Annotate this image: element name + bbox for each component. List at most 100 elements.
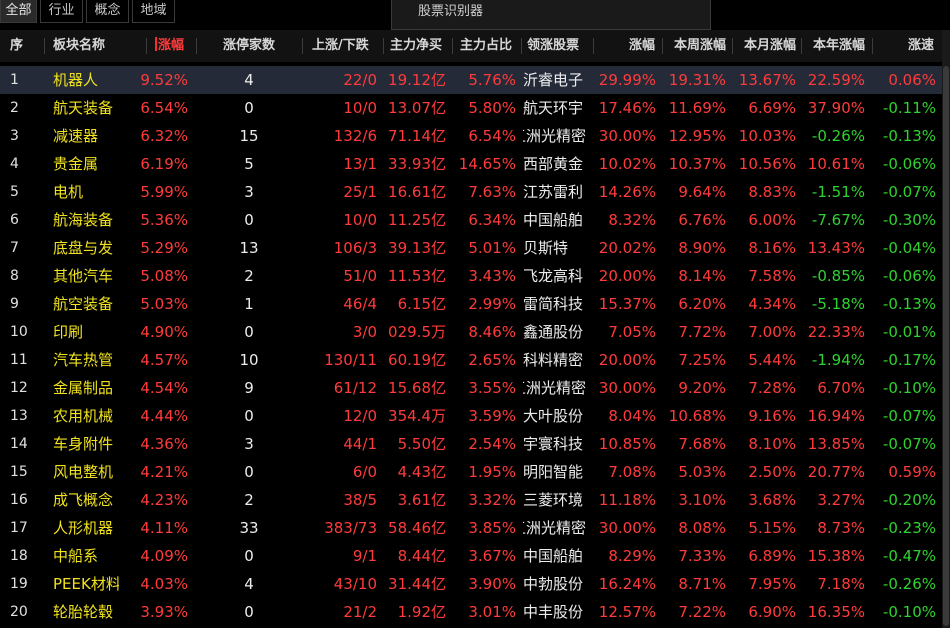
cell-lead[interactable]: 三菱环境 xyxy=(523,486,586,514)
cell-week: 9.20% xyxy=(678,379,726,397)
tab-concept[interactable]: 概念 xyxy=(86,0,129,23)
table-row[interactable]: 5 电机 5.99% 3 25/1 16.61亿 7.63% 江苏雷利 14.26% 9.64% 8… xyxy=(0,178,942,206)
cell-name[interactable]: 其他汽车 xyxy=(53,262,119,290)
cell-name[interactable]: 航海装备 xyxy=(53,206,119,234)
cell-month: 10.03% xyxy=(738,127,796,145)
cell-lead[interactable]: 江苏雷利 xyxy=(523,178,586,206)
cell-name[interactable]: 人形机器 xyxy=(53,514,119,542)
cell-name[interactable]: 航天装备 xyxy=(53,94,119,122)
cell-name[interactable]: 印刷 xyxy=(53,318,119,346)
col-leading-stock[interactable]: 领涨股票 xyxy=(527,30,589,62)
col-main-ratio[interactable]: 主力占比 xyxy=(460,30,520,62)
table-row[interactable]: 13 农用机械 4.44% 0 12/0 354.4万 3.59% 大叶股份 8.04% 10.6… xyxy=(0,402,942,430)
table-row[interactable]: 9 航空装备 5.03% 1 46/4 6.15亿 2.99% 雷简科技 15.37% 6.20%… xyxy=(0,290,942,318)
cell-lead[interactable]: 中国船舶 xyxy=(523,206,586,234)
cell-name[interactable]: 贵金属 xyxy=(53,150,119,178)
table-row[interactable]: 20 轮胎轮毂 3.93% 0 21/2 1.92亿 3.01% 中丰股份 12.57% 7.22… xyxy=(0,598,942,626)
col-speed[interactable]: 涨速 xyxy=(876,30,934,62)
cell-lead[interactable]: 宇寰科技 xyxy=(523,430,586,458)
cell-name[interactable]: 汽车热管 xyxy=(53,346,119,374)
cell-lead[interactable]: 雷简科技 xyxy=(523,290,586,318)
cell-ratio: 3.43% xyxy=(468,267,516,285)
cell-lead[interactable]: 沂睿电子 xyxy=(523,66,586,94)
vertical-scrollbar[interactable] xyxy=(942,30,950,628)
cell-name[interactable]: 风电整机 xyxy=(53,458,119,486)
cell-lead[interactable]: 大叶股份 xyxy=(523,402,586,430)
cell-lead[interactable]: 航天环宇 xyxy=(523,94,586,122)
cell-limit: 0 xyxy=(244,99,254,117)
col-up-down[interactable]: 上涨/下跌 xyxy=(312,30,378,62)
col-year-change[interactable]: 本年涨幅 xyxy=(805,30,865,62)
cell-name[interactable]: 车身附件 xyxy=(53,430,119,458)
table-row[interactable]: 6 航海装备 5.36% 0 10/0 11.25亿 6.34% 中国船舶 8.32% 6.76%… xyxy=(0,206,942,234)
cell-week: 10.37% xyxy=(668,155,726,173)
cell-chg: 4.44% xyxy=(140,407,188,425)
cell-idx: 11 xyxy=(10,352,28,368)
cell-lead[interactable]: 鑫通股份 xyxy=(523,318,586,346)
cell-month: 7.28% xyxy=(748,379,796,397)
cell-lead[interactable]: 中丰股份 xyxy=(523,598,586,626)
cell-lead[interactable]: 五洲光精密 xyxy=(523,122,586,150)
cell-name[interactable]: 航空装备 xyxy=(53,290,119,318)
cell-limit: 15 xyxy=(239,127,259,145)
col-limit-up-count[interactable]: 涨停家数 xyxy=(204,30,294,62)
table-row[interactable]: 18 中船系 4.09% 0 9/1 8.44亿 3.67% 中国船舶 8.29% 7.33% 6.… xyxy=(0,542,942,570)
cell-lead[interactable]: 中国船舶 xyxy=(523,542,586,570)
cell-name[interactable]: 成飞概念 xyxy=(53,486,119,514)
cell-name[interactable]: PEEK材料 xyxy=(53,570,119,598)
cell-chg: 5.08% xyxy=(140,267,188,285)
cell-lead[interactable]: 贝斯特 xyxy=(523,234,586,262)
col-week-change[interactable]: 本周涨幅 xyxy=(666,30,726,62)
table-row[interactable]: 17 人形机器 4.11% 33 383/73 58.46亿 3.85% 五洲光精密 30.00… xyxy=(0,514,942,542)
table-row[interactable]: 19 PEEK材料 4.03% 4 43/10 31.44亿 3.90% 中勃股份 16.24%… xyxy=(0,570,942,598)
tab-all[interactable]: 全部 xyxy=(0,0,37,23)
cell-lead[interactable]: 明阳智能 xyxy=(523,458,586,486)
table-row[interactable]: 2 航天装备 6.54% 0 10/0 13.07亿 5.80% 航天环宇 17.46% 11.6… xyxy=(0,94,942,122)
tab-industry[interactable]: 行业 xyxy=(40,0,83,23)
cell-net: 3.61亿 xyxy=(397,491,446,509)
table-row[interactable]: 12 金属制品 4.54% 9 61/12 15.68亿 3.55% 五洲光精密 30.00% 9… xyxy=(0,374,942,402)
cell-lead-chg: 30.00% xyxy=(598,519,656,537)
stock-recognizer-tab[interactable]: 股票识别器 xyxy=(391,0,711,30)
scrollbar-thumb[interactable] xyxy=(943,66,949,626)
table-row[interactable]: 14 车身附件 4.36% 3 44/1 5.50亿 2.54% 宇寰科技 10.85% 7.68… xyxy=(0,430,942,458)
col-leading-change[interactable]: 涨幅 xyxy=(600,30,655,62)
cell-name[interactable]: 机器人 xyxy=(53,66,119,94)
cell-name[interactable]: 金属制品 xyxy=(53,374,119,402)
cell-name[interactable]: 中船系 xyxy=(53,542,119,570)
cell-name[interactable]: 农用机械 xyxy=(53,402,119,430)
cell-speed: -0.20% xyxy=(882,491,936,509)
tab-region[interactable]: 地域 xyxy=(132,0,175,23)
cell-updown: 12/0 xyxy=(343,407,377,425)
col-index[interactable]: 序 xyxy=(10,30,38,62)
cell-limit: 2 xyxy=(244,267,254,285)
table-row[interactable]: 7 底盘与发 5.29% 13 106/3 39.13亿 5.01% 贝斯特 20.02% 8.9… xyxy=(0,234,942,262)
table-row[interactable]: 10 印刷 4.90% 0 3/0 029.5万 8.46% 鑫通股份 7.05% 7.72% 7.… xyxy=(0,318,942,346)
table-row[interactable]: 15 风电整机 4.21% 0 6/0 4.43亿 1.95% 明阳智能 7.08% 5.03% 2… xyxy=(0,458,942,486)
cell-lead[interactable]: 五洲光精密 xyxy=(523,514,586,542)
cell-chg: 4.36% xyxy=(140,435,188,453)
cell-lead[interactable]: 中勃股份 xyxy=(523,570,586,598)
table-row[interactable]: 16 成飞概念 4.23% 2 38/5 3.61亿 3.32% 三菱环境 11.18% 3.10… xyxy=(0,486,942,514)
table-row[interactable]: 3 减速器 6.32% 15 132/6 71.14亿 6.54% 五洲光精密 30.00% 12… xyxy=(0,122,942,150)
cell-lead[interactable]: 飞龙高科 xyxy=(523,262,586,290)
cell-name[interactable]: 轮胎轮毂 xyxy=(53,598,119,626)
col-change-sorted[interactable]: 涨幅 xyxy=(155,30,195,62)
cell-lead[interactable]: 五洲光精密 xyxy=(523,374,586,402)
col-main-net-buy[interactable]: 主力净买 xyxy=(390,30,450,62)
cell-lead[interactable]: 科料精密 xyxy=(523,346,586,374)
table-row[interactable]: 11 汽车热管 4.57% 10 130/11 60.19亿 2.65% 科料精密 20.00%… xyxy=(0,346,942,374)
col-month-change[interactable]: 本月涨幅 xyxy=(736,30,796,62)
cell-name[interactable]: 减速器 xyxy=(53,122,119,150)
cell-speed: -0.17% xyxy=(882,351,936,369)
col-sector-name[interactable]: 板块名称 xyxy=(53,30,141,62)
table-row[interactable]: 8 其他汽车 5.08% 2 51/0 11.53亿 3.43% 飞龙高科 20.00% 8.14… xyxy=(0,262,942,290)
cell-name[interactable]: 底盘与发 xyxy=(53,234,119,262)
table-row[interactable]: 1 机器人 9.52% 4 22/0 19.12亿 5.76% 沂睿电子 29.99% 19.31… xyxy=(0,66,942,94)
cell-updown: 13/1 xyxy=(343,155,377,173)
cell-month: 10.56% xyxy=(738,155,796,173)
cell-name[interactable]: 电机 xyxy=(53,178,119,206)
cell-month: 8.10% xyxy=(748,435,796,453)
cell-lead[interactable]: 西部黄金 xyxy=(523,150,586,178)
table-row[interactable]: 4 贵金属 6.19% 5 13/1 33.93亿 14.65% 西部黄金 10.02% 10.3… xyxy=(0,150,942,178)
